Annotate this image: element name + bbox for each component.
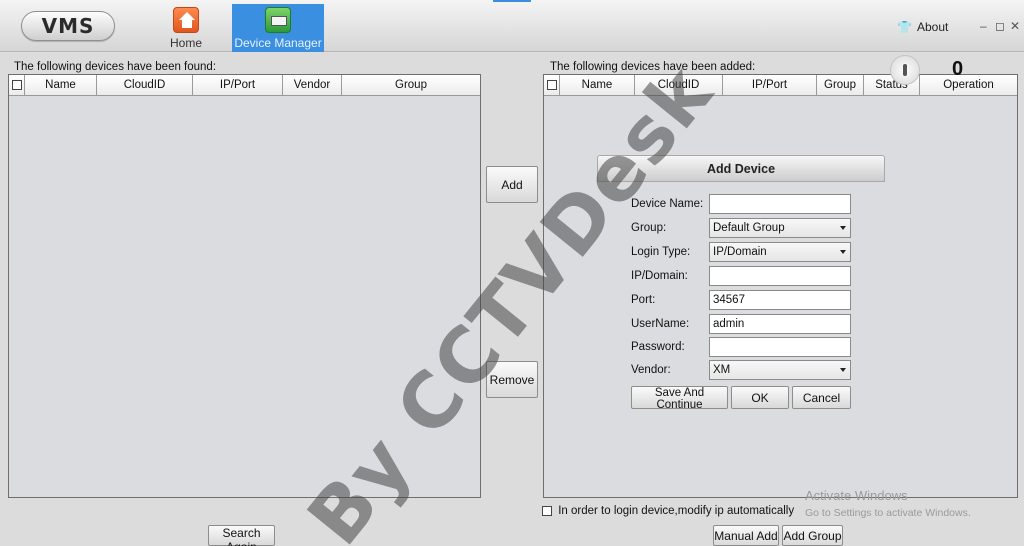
top-bar: VMS Home Device Manager 👕 About – ◻ ✕	[0, 0, 1024, 52]
search-again-button[interactable]: Search Again	[208, 525, 275, 546]
port-input[interactable]	[709, 290, 851, 310]
found-col-group[interactable]: Group	[342, 75, 480, 95]
added-col-name[interactable]: Name	[560, 75, 635, 95]
add-group-button[interactable]: Add Group	[782, 525, 843, 546]
added-devices-label: The following devices have been added:	[550, 61, 756, 73]
password-label: Password:	[631, 341, 685, 353]
username-input[interactable]	[709, 314, 851, 334]
shirt-icon: 👕	[897, 20, 912, 34]
remove-button[interactable]: Remove	[486, 361, 538, 398]
cancel-button[interactable]: Cancel	[792, 386, 851, 409]
username-label: UserName:	[631, 318, 690, 330]
found-col-name[interactable]: Name	[25, 75, 97, 95]
found-col-cloudid[interactable]: CloudID	[97, 75, 193, 95]
add-button[interactable]: Add	[486, 166, 538, 203]
found-col-ipport[interactable]: IP/Port	[193, 75, 283, 95]
ip-domain-input[interactable]	[709, 266, 851, 286]
manual-add-button[interactable]: Manual Add	[713, 525, 779, 546]
save-and-continue-button[interactable]: Save And Continue	[631, 386, 728, 411]
vendor-select[interactable]: XM	[709, 360, 851, 380]
group-select-value: Default Group	[713, 222, 785, 234]
added-col-operation[interactable]: Operation	[920, 75, 1017, 95]
login-type-select[interactable]: IP/Domain	[709, 242, 851, 262]
auto-ip-option[interactable]: In order to login device,modify ip autom…	[542, 505, 794, 517]
microphone-icon	[890, 55, 920, 85]
group-label: Group:	[631, 222, 667, 234]
found-col-vendor[interactable]: Vendor	[283, 75, 342, 95]
added-col-cloudid[interactable]: CloudID	[635, 75, 723, 95]
login-type-label: Login Type:	[631, 246, 691, 258]
auto-ip-checkbox[interactable]	[542, 505, 552, 516]
device-name-label: Device Name:	[631, 198, 704, 210]
login-type-select-value: IP/Domain	[713, 246, 767, 258]
chevron-down-icon	[840, 368, 846, 372]
nav-device-manager[interactable]: Device Manager	[232, 4, 324, 52]
top-accent-strip	[493, 0, 531, 2]
ok-button[interactable]: OK	[731, 386, 789, 409]
group-select[interactable]: Default Group	[709, 218, 851, 238]
found-select-all[interactable]	[9, 75, 25, 95]
vendor-label: Vendor:	[631, 364, 671, 376]
about-button[interactable]: 👕 About	[897, 20, 948, 34]
nav-home-label: Home	[169, 36, 202, 50]
nav-home[interactable]: Home	[160, 4, 212, 52]
nav-device-manager-label: Device Manager	[234, 36, 322, 50]
close-icon[interactable]: ✕	[1010, 19, 1020, 33]
added-col-group[interactable]: Group	[817, 75, 864, 95]
added-devices-table[interactable]: Name CloudID IP/Port Group Status Operat…	[543, 74, 1018, 498]
vendor-select-value: XM	[713, 364, 731, 376]
about-label: About	[917, 20, 949, 34]
added-col-ipport[interactable]: IP/Port	[723, 75, 817, 95]
found-devices-table[interactable]: Name CloudID IP/Port Vendor Group	[8, 74, 481, 498]
checkbox-icon[interactable]	[546, 79, 557, 90]
chevron-down-icon	[840, 250, 846, 254]
home-icon	[173, 7, 199, 33]
auto-ip-label: In order to login device,modify ip autom…	[558, 505, 795, 517]
ip-domain-label: IP/Domain:	[631, 270, 688, 282]
added-select-all[interactable]	[544, 75, 560, 95]
port-label: Port:	[631, 294, 656, 306]
chevron-down-icon	[840, 226, 846, 230]
vms-logo: VMS	[21, 11, 115, 41]
device-count: 0	[952, 58, 964, 80]
device-manager-icon	[265, 7, 291, 33]
add-device-dialog-title: Add Device	[597, 155, 885, 182]
found-table-header: Name CloudID IP/Port Vendor Group	[9, 75, 480, 96]
activate-windows-title: Activate Windows	[805, 488, 908, 503]
added-table-header: Name CloudID IP/Port Group Status Operat…	[544, 75, 1017, 96]
activate-windows-hint: Go to Settings to activate Windows.	[805, 507, 971, 519]
checkbox-icon[interactable]	[11, 79, 22, 90]
minimize-icon[interactable]: –	[980, 19, 987, 33]
password-input[interactable]	[709, 337, 851, 357]
device-name-input[interactable]	[709, 194, 851, 214]
found-devices-label: The following devices have been found:	[14, 61, 217, 73]
restore-icon[interactable]: ◻	[995, 19, 1005, 33]
